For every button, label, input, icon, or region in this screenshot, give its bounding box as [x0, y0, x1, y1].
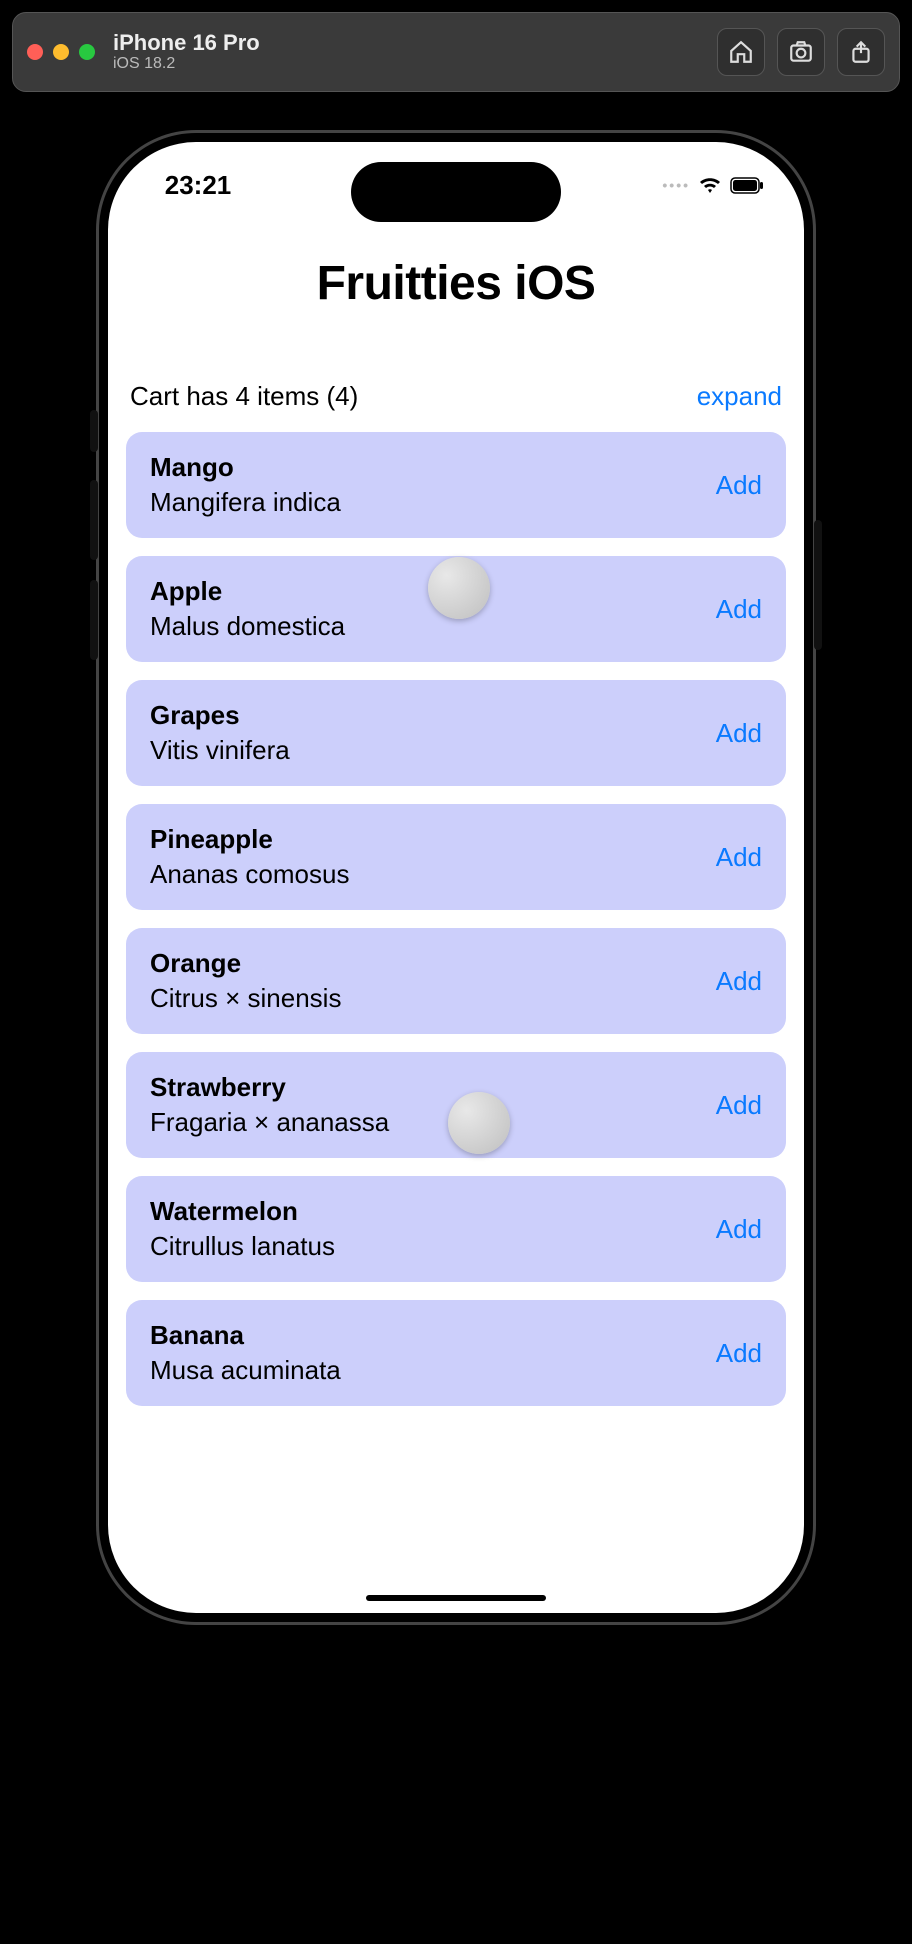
add-button[interactable]: Add: [716, 470, 762, 501]
home-button[interactable]: [717, 28, 765, 76]
phone-screen: 23:21 •••• Fruitties iOS Cart has 4 item…: [108, 142, 804, 1613]
fruit-info: Grapes Vitis vinifera: [150, 700, 716, 766]
add-button[interactable]: Add: [716, 842, 762, 873]
fruit-card: Watermelon Citrullus lanatusAdd: [126, 1176, 786, 1282]
close-button[interactable]: [27, 44, 43, 60]
titlebar-text: iPhone 16 Pro iOS 18.2: [113, 31, 260, 73]
fruit-card: Grapes Vitis viniferaAdd: [126, 680, 786, 786]
wifi-icon: [698, 175, 722, 195]
fruit-scientific-name: Musa acuminata: [150, 1355, 716, 1386]
fruit-card: Orange Citrus × sinensisAdd: [126, 928, 786, 1034]
fruit-name: Orange: [150, 948, 716, 979]
status-time: 23:21: [148, 170, 248, 201]
fruit-scientific-name: Vitis vinifera: [150, 735, 716, 766]
fruit-info: Orange Citrus × sinensis: [150, 948, 716, 1014]
fruit-scientific-name: Fragaria × ananassa: [150, 1107, 716, 1138]
cursor-indicator: [448, 1092, 510, 1154]
fruit-info: Banana Musa acuminata: [150, 1320, 716, 1386]
side-button: [90, 580, 98, 660]
add-button[interactable]: Add: [716, 594, 762, 625]
fruit-name: Strawberry: [150, 1072, 716, 1103]
share-button[interactable]: [837, 28, 885, 76]
add-button[interactable]: Add: [716, 1338, 762, 1369]
add-button[interactable]: Add: [716, 1090, 762, 1121]
page-title: Fruitties iOS: [126, 256, 786, 311]
screenshot-icon: [788, 39, 814, 65]
add-button[interactable]: Add: [716, 1214, 762, 1245]
side-button: [90, 410, 98, 452]
fruit-scientific-name: Mangifera indica: [150, 487, 716, 518]
home-indicator[interactable]: [366, 1595, 546, 1601]
fruit-name: Mango: [150, 452, 716, 483]
screenshot-button[interactable]: [777, 28, 825, 76]
side-button: [814, 520, 822, 650]
fruit-name: Banana: [150, 1320, 716, 1351]
simulator-titlebar: iPhone 16 Pro iOS 18.2: [12, 12, 900, 92]
fruit-name: Watermelon: [150, 1196, 716, 1227]
fruit-info: Mango Mangifera indica: [150, 452, 716, 518]
os-label: iOS 18.2: [113, 55, 260, 73]
minimize-button[interactable]: [53, 44, 69, 60]
fruit-scientific-name: Citrus × sinensis: [150, 983, 716, 1014]
zoom-button[interactable]: [79, 44, 95, 60]
side-button: [90, 480, 98, 560]
fruit-card: Banana Musa acuminataAdd: [126, 1300, 786, 1406]
fruit-scientific-name: Citrullus lanatus: [150, 1231, 716, 1262]
phone-frame: 23:21 •••• Fruitties iOS Cart has 4 item…: [96, 130, 816, 1625]
add-button[interactable]: Add: [716, 718, 762, 749]
fruit-name: Pineapple: [150, 824, 716, 855]
battery-icon: [730, 177, 764, 194]
fruit-card: Pineapple Ananas comosusAdd: [126, 804, 786, 910]
cursor-indicator: [428, 557, 490, 619]
fruit-scientific-name: Malus domestica: [150, 611, 716, 642]
window-controls: [27, 44, 95, 60]
app-content: Fruitties iOS Cart has 4 items (4) expan…: [108, 232, 804, 1613]
fruit-info: Strawberry Fragaria × ananassa: [150, 1072, 716, 1138]
add-button[interactable]: Add: [716, 966, 762, 997]
home-icon: [728, 39, 754, 65]
dynamic-island: [351, 162, 561, 222]
cart-summary-text: Cart has 4 items (4): [130, 381, 358, 412]
expand-button[interactable]: expand: [697, 381, 782, 412]
device-label: iPhone 16 Pro: [113, 31, 260, 55]
cellular-icon: ••••: [662, 177, 690, 193]
share-icon: [848, 39, 874, 65]
fruit-name: Grapes: [150, 700, 716, 731]
fruit-card: Mango Mangifera indicaAdd: [126, 432, 786, 538]
fruit-info: Pineapple Ananas comosus: [150, 824, 716, 890]
fruit-info: Watermelon Citrullus lanatus: [150, 1196, 716, 1262]
cart-summary-row: Cart has 4 items (4) expand: [126, 381, 786, 412]
fruit-scientific-name: Ananas comosus: [150, 859, 716, 890]
